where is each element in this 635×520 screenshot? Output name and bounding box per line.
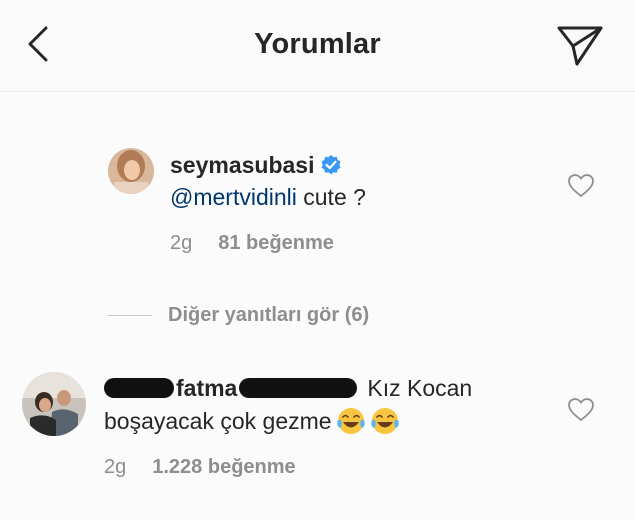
comment-body: boşayacak çok gezme: [104, 407, 332, 434]
header-bar: Yorumlar: [0, 0, 635, 92]
page-title: Yorumlar: [254, 28, 381, 60]
comment-time: 2g: [170, 232, 193, 254]
comment-likes[interactable]: 81 beğenme: [218, 232, 334, 255]
heart-icon[interactable]: [568, 398, 594, 422]
paper-plane-icon[interactable]: [555, 22, 605, 68]
comment-username[interactable]: fatma: [176, 375, 237, 402]
comment-header: seymasubasi: [170, 150, 342, 180]
comment-body: Kız Kocan: [367, 374, 473, 401]
view-replies-label: Diğer yanıtları gör (6): [168, 304, 370, 326]
avatar[interactable]: [108, 148, 154, 194]
comment-body: cute ?: [296, 184, 366, 210]
verified-badge-icon: [321, 155, 341, 175]
mention-link[interactable]: @mertvidinli: [170, 184, 297, 210]
face-with-tears-of-joy-icon: [370, 408, 399, 434]
face-with-tears-of-joy-icon: [336, 408, 365, 434]
comment-likes[interactable]: 1.228 beğenme: [152, 456, 295, 479]
comment-text: boşayacak çok gezme: [104, 406, 400, 436]
comment-meta: 2g 81 beğenme: [170, 232, 334, 255]
header-divider: [0, 91, 635, 92]
heart-icon[interactable]: [568, 174, 594, 198]
replies-divider: [108, 315, 152, 316]
comment-text: @mertvidinli cute ?: [170, 184, 366, 211]
comment-username[interactable]: seymasubasi: [170, 152, 314, 179]
comment-meta: 2g 1.228 beğenme: [104, 456, 296, 479]
view-replies-button[interactable]: Diğer yanıtları gör (6): [108, 304, 369, 327]
redaction-mark: [104, 378, 174, 398]
comment-time: 2g: [104, 456, 127, 478]
redaction-mark: [239, 378, 358, 398]
avatar[interactable]: [22, 372, 86, 436]
comment-header: fatma Kız Kocan: [104, 372, 472, 404]
